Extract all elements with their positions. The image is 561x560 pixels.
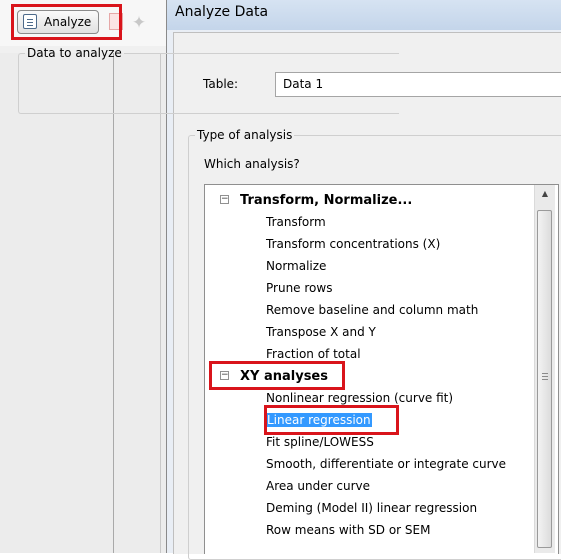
tree-item[interactable]: Row means with SD or SEM: [266, 519, 430, 541]
tree-item[interactable]: Prune rows: [266, 277, 332, 299]
dialog-title: Analyze Data: [175, 4, 269, 20]
type-of-analysis-legend: Type of analysis: [197, 128, 293, 142]
tree-item[interactable]: Normalize: [266, 255, 326, 277]
tree-item[interactable]: Transform concentrations (X): [266, 233, 440, 255]
which-analysis-label: Which analysis?: [204, 157, 300, 171]
linear-regression-highlight-box: [264, 405, 399, 435]
tree-item[interactable]: Transpose X and Y: [266, 321, 376, 343]
xy-analyses-highlight-box: [209, 361, 345, 390]
tree-item[interactable]: Deming (Model II) linear regression: [266, 497, 477, 519]
scroll-grip-icon: [542, 373, 548, 380]
sheet-area: [0, 53, 166, 553]
data-to-analyze-legend: Data to analyze: [27, 46, 122, 60]
scroll-up-arrow-icon[interactable]: ▲: [535, 185, 555, 202]
table-label: Table:: [203, 77, 239, 91]
table-select[interactable]: Data 1: [275, 72, 561, 97]
tree-group-transform[interactable]: − Transform, Normalize...: [218, 190, 412, 212]
tree-scrollbar[interactable]: ▲: [534, 185, 555, 553]
tree-item[interactable]: Smooth, differentiate or integrate curve: [266, 453, 506, 475]
sheet-divider: [113, 53, 114, 553]
dialog-titlebar[interactable]: Analyze Data: [167, 0, 561, 30]
tree-item[interactable]: Area under curve: [266, 475, 370, 497]
tree-group-label: Transform, Normalize...: [240, 193, 413, 208]
magic-wand-icon[interactable]: ✦: [128, 12, 150, 34]
table-select-value: Data 1: [283, 77, 324, 91]
analyze-highlight-box: [11, 4, 122, 40]
tree-item[interactable]: Remove baseline and column math: [266, 299, 478, 321]
tree-item[interactable]: Transform: [266, 211, 326, 233]
collapse-icon[interactable]: −: [220, 195, 229, 204]
scroll-thumb[interactable]: [537, 210, 552, 548]
sheet-divider: [160, 53, 161, 553]
